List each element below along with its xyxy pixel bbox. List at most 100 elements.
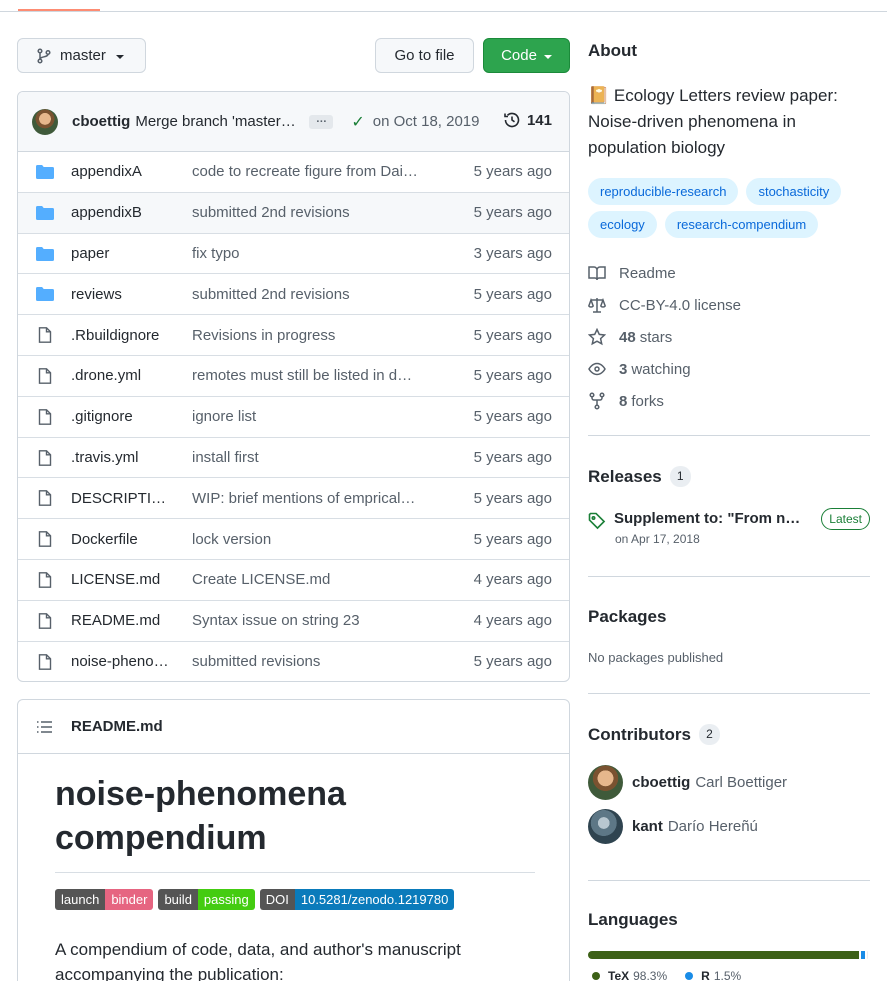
file-name[interactable]: LICENSE.md <box>71 571 176 588</box>
releases-heading[interactable]: Releases 1 <box>588 466 691 487</box>
file-commit-age: 4 years ago <box>473 571 552 589</box>
contributor-item[interactable]: cboettig Carl Boettiger <box>588 765 787 800</box>
avatar[interactable] <box>32 108 58 135</box>
code-button[interactable]: Code <box>483 38 570 73</box>
file-name[interactable]: .travis.yml <box>71 449 176 466</box>
doi-badge[interactable]: DOI 10.5281/zenodo.1219780 <box>259 889 455 910</box>
law-icon <box>588 297 606 313</box>
table-row[interactable]: .Rbuildignore Revisions in progress 5 year… <box>18 315 569 356</box>
file-name[interactable]: .drone.yml <box>71 367 176 384</box>
language-item[interactable]: R 1.5% <box>685 969 741 981</box>
binder-badge[interactable]: launch binder <box>55 889 154 910</box>
table-row[interactable]: .gitignore ignore list 5 years ago <box>18 397 569 438</box>
stars-link[interactable]: 48 stars <box>588 321 741 353</box>
file-name[interactable]: DESCRIPTI… <box>71 490 176 507</box>
check-icon[interactable]: ✓ <box>351 112 364 132</box>
contributor-login[interactable]: cboettig <box>632 774 690 791</box>
contributors-heading[interactable]: Contributors 2 <box>588 724 720 745</box>
file-name[interactable]: .Rbuildignore <box>71 327 176 344</box>
contributor-item[interactable]: kant Darío Hereñú <box>588 809 758 844</box>
table-row[interactable]: LICENSE.md Create LICENSE.md 4 years ago <box>18 560 569 601</box>
star-icon <box>588 328 606 346</box>
topic-tag[interactable]: research-compendium <box>664 211 819 238</box>
table-row[interactable]: appendixA code to recreate figure from Da… <box>18 152 569 193</box>
watchers-link[interactable]: 3 watching <box>588 353 741 385</box>
file-icon <box>38 490 52 507</box>
table-row[interactable]: noise-pheno… submitted revisions 5 years a… <box>18 642 569 681</box>
file-name[interactable]: appendixA <box>71 163 176 180</box>
commit-count: 141 <box>526 111 552 129</box>
readme-link[interactable]: Readme <box>588 257 741 289</box>
contributor-name: Darío Hereñú <box>667 818 758 835</box>
file-name[interactable]: appendixB <box>71 204 176 221</box>
readme-title: noise-phenomena compendium <box>55 772 535 873</box>
readme-filename[interactable]: README.md <box>71 718 163 735</box>
table-row[interactable]: DESCRIPTI… WIP: brief mentions of emprica… <box>18 478 569 520</box>
file-commit-message[interactable]: lock version <box>192 531 427 548</box>
file-commit-message[interactable]: code to recreate figure from Dai… <box>192 163 427 180</box>
topic-tag[interactable]: reproducible-research <box>588 178 739 205</box>
build-badge[interactable]: build passing <box>158 889 255 910</box>
avatar[interactable] <box>588 809 623 844</box>
file-commit-message[interactable]: Create LICENSE.md <box>192 571 427 588</box>
table-row[interactable]: reviews submitted 2nd revisions 5 years ag… <box>18 274 569 316</box>
table-row[interactable]: README.md Syntax issue on string 23 4 year… <box>18 601 569 642</box>
file-commit-age: 5 years ago <box>473 285 552 303</box>
contributor-name: Carl Boettiger <box>695 774 788 791</box>
expand-commit-button[interactable]: … <box>309 113 334 129</box>
file-commit-message[interactable]: Syntax issue on string 23 <box>192 612 427 629</box>
table-row[interactable]: .drone.yml remotes must still be listed i… <box>18 356 569 397</box>
file-name[interactable]: .gitignore <box>71 408 176 425</box>
file-commit-age: 5 years ago <box>473 653 552 671</box>
sidebar-divider <box>588 435 870 436</box>
file-commit-message[interactable]: submitted revisions <box>192 653 427 670</box>
file-name[interactable]: noise-pheno… <box>71 653 176 670</box>
latest-commit-bar: cboettig Merge branch 'master… … ✓ on Oc… <box>18 92 569 152</box>
file-icon <box>38 449 52 466</box>
repo-meta-list: Readme CC-BY-4.0 license 48 stars 3 watchi… <box>588 257 741 417</box>
readme-panel: README.md noise-phenomena compendium lau… <box>17 699 570 981</box>
file-name[interactable]: paper <box>71 245 176 262</box>
avatar[interactable] <box>588 765 623 800</box>
commit-message[interactable]: Merge branch 'master… <box>135 113 300 130</box>
commit-date[interactable]: on Oct 18, 2019 <box>373 113 480 130</box>
file-commit-message[interactable]: WIP: brief mentions of emprical… <box>192 490 427 507</box>
topic-tag[interactable]: stochasticity <box>746 178 842 205</box>
topic-tag[interactable]: ecology <box>588 211 657 238</box>
language-bar <box>588 951 870 959</box>
file-commit-message[interactable]: submitted 2nd revisions <box>192 204 427 221</box>
file-commit-age: 4 years ago <box>473 612 552 630</box>
file-name[interactable]: README.md <box>71 612 176 629</box>
table-row[interactable]: appendixB submitted 2nd revisions 5 years … <box>18 192 569 234</box>
file-commit-age: 5 years ago <box>473 204 552 222</box>
file-commit-message[interactable]: install first <box>192 449 427 466</box>
no-packages-text: No packages published <box>588 650 724 665</box>
file-name[interactable]: reviews <box>71 286 176 303</box>
folder-icon <box>36 246 54 261</box>
branch-select-button[interactable]: master <box>17 38 146 73</box>
chevron-down-icon <box>115 54 124 59</box>
release-title[interactable]: Supplement to: "From n… <box>614 510 809 527</box>
commit-history-link[interactable]: 141 <box>503 111 552 129</box>
file-commit-age: 5 years ago <box>473 408 552 426</box>
file-commit-message[interactable]: submitted 2nd revisions <box>192 286 427 303</box>
release-date: on Apr 17, 2018 <box>615 532 700 546</box>
file-commit-message[interactable]: ignore list <box>192 408 427 425</box>
file-commit-message[interactable]: fix typo <box>192 245 427 262</box>
commit-author[interactable]: cboettig <box>72 113 130 130</box>
file-icon <box>38 368 52 384</box>
go-to-file-button[interactable]: Go to file <box>375 38 474 73</box>
file-name[interactable]: Dockerfile <box>71 531 176 548</box>
license-link[interactable]: CC-BY-4.0 license <box>588 289 741 321</box>
contributor-login[interactable]: kant <box>632 818 663 835</box>
repo-description: 📔 Ecology Letters review paper: Noise-dr… <box>588 86 838 157</box>
table-row[interactable]: .travis.yml install first 5 years ago <box>18 438 569 479</box>
list-icon[interactable] <box>36 720 53 734</box>
forks-link[interactable]: 8 forks <box>588 385 741 417</box>
packages-heading[interactable]: Packages <box>588 607 666 627</box>
file-commit-message[interactable]: Revisions in progress <box>192 327 427 344</box>
language-item[interactable]: TeX 98.3% <box>592 969 667 981</box>
file-commit-message[interactable]: remotes must still be listed in d… <box>192 367 427 384</box>
table-row[interactable]: paper fix typo 3 years ago <box>18 234 569 275</box>
table-row[interactable]: Dockerfile lock version 5 years ago <box>18 519 569 560</box>
